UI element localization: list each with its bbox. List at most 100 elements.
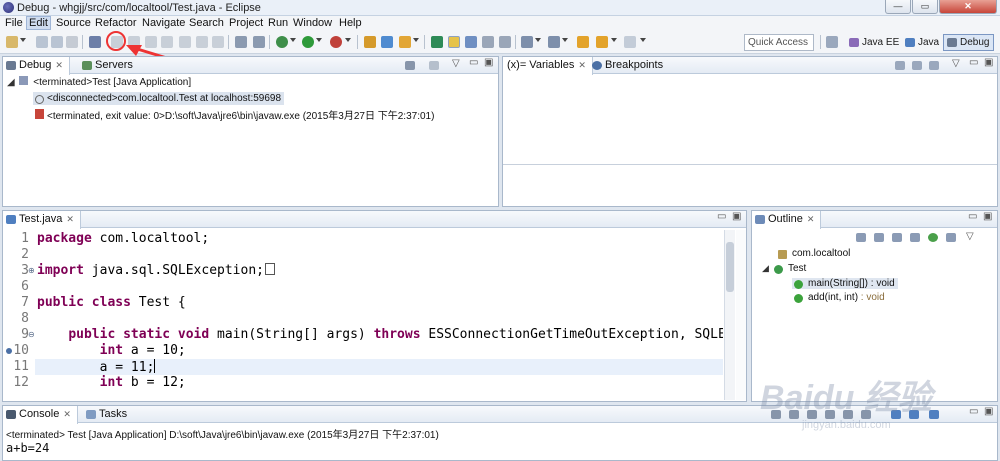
new-icon[interactable] [6,36,18,48]
remove-all-terminated-icon[interactable] [807,410,817,419]
perspective-java-ee[interactable]: Java EE [845,34,904,51]
menu-edit[interactable]: Edit [26,16,51,30]
next-annotation-dropdown-icon[interactable] [535,38,541,42]
drop-to-frame-icon[interactable] [235,36,247,48]
new-java-project-icon[interactable] [364,36,376,48]
print-icon[interactable] [66,36,78,48]
menu-file[interactable]: File [3,16,25,30]
collapse-all-icon[interactable] [912,61,922,70]
fold-toggle-icon[interactable]: ⊕ [28,266,35,275]
code-line[interactable] [37,279,723,295]
hide-local-types-icon[interactable] [946,233,956,242]
maximize-view-icon[interactable]: ▣ [984,406,993,417]
tab-console[interactable]: Console ✕ [3,406,78,424]
external-tools-icon[interactable] [330,36,342,48]
tree-row-launch[interactable]: ◢ <terminated>Test [Java Application] [7,76,191,88]
select-all-icon[interactable] [929,61,939,70]
tab-debug[interactable]: Debug ✕ [3,57,70,75]
open-perspective-icon[interactable] [826,36,838,48]
code-line[interactable] [37,247,723,263]
debug-icon[interactable] [276,36,288,48]
minimize-button[interactable]: — [885,0,911,14]
scrollbar-thumb[interactable] [726,242,734,292]
terminate-console-icon[interactable] [771,410,781,419]
close-tab-icon[interactable]: ✕ [807,214,815,224]
collapse-arrow-icon[interactable]: ◢ [762,263,769,274]
use-step-filters-icon[interactable] [253,36,265,48]
outline-item-class[interactable]: ◢ Test [762,263,806,274]
close-tab-icon[interactable]: ✕ [55,60,63,70]
code-line[interactable]: int a = 10; [37,343,723,359]
fold-toggle-icon[interactable]: ⊖ [28,330,35,339]
outline-item-add[interactable]: add(int, int) : void [792,292,885,303]
save-icon[interactable] [36,36,48,48]
tab-outline[interactable]: Outline ✕ [752,211,822,229]
display-selected-console-icon[interactable] [909,410,919,419]
close-button[interactable]: ✕ [939,0,997,14]
save-all-icon[interactable] [51,36,63,48]
hide-non-public-icon[interactable] [928,233,938,242]
outline-item-package[interactable]: com.localtool [776,248,850,259]
collapse-arrow-icon[interactable]: ◢ [7,77,15,88]
clear-console-icon[interactable] [861,410,871,419]
last-edit-location-icon[interactable] [577,36,589,48]
new-package-icon[interactable] [381,36,393,48]
debug-view-menu-icon[interactable] [429,61,439,70]
debug-dropdown-icon[interactable] [290,38,296,42]
folded-imports-marker[interactable] [264,263,275,275]
overview-ruler[interactable] [736,230,746,400]
pin-console-icon[interactable] [891,410,901,419]
menu-help[interactable]: Help [337,16,364,30]
code-line[interactable]: package com.localtool; [37,231,723,247]
run-icon[interactable] [302,36,314,48]
code-line[interactable]: public class Test { [37,295,723,311]
scroll-lock-icon[interactable] [825,410,835,419]
code-line[interactable] [37,311,723,327]
minimize-view-icon[interactable]: ▭ [969,406,978,417]
menu-search[interactable]: Search [187,16,226,30]
sort-icon[interactable] [874,233,884,242]
maximize-button[interactable]: ▭ [912,0,938,14]
toggle-mark-occurrences-icon[interactable] [448,36,460,48]
minimize-editor-icon[interactable]: ▭ [717,211,726,222]
close-tab-icon[interactable]: ✕ [63,409,71,419]
toggle-block-selection-icon[interactable] [465,36,477,48]
back-dropdown-icon[interactable] [611,38,617,42]
menu-source[interactable]: Source [54,16,93,30]
remove-launch-icon[interactable] [789,410,799,419]
tab-servers[interactable]: Servers [79,57,139,74]
back-icon[interactable] [596,36,608,48]
quick-access-input[interactable]: Quick Access [744,34,814,51]
maximize-view-icon[interactable]: ▣ [484,57,493,68]
view-menu-icon[interactable]: ▽ [452,58,460,69]
code-line[interactable]: a = 11; [37,359,723,375]
tab-breakpoints[interactable]: Breakpoints [589,57,669,74]
perspective-debug[interactable]: Debug [943,34,995,51]
perspective-java[interactable]: Java [901,34,944,51]
show-whitespace-icon[interactable] [482,36,494,48]
skip-breakpoints-icon[interactable] [89,36,101,48]
tab-tasks[interactable]: Tasks [83,406,133,423]
tree-row-process[interactable]: <terminated, exit value: 0>D:\soft\Java\… [33,107,434,122]
hide-static-icon[interactable] [910,233,920,242]
tab-test-java[interactable]: Test.java ✕ [3,211,81,229]
view-menu-icon[interactable]: ▽ [952,58,960,69]
show-type-names-icon[interactable] [895,61,905,70]
show-word-wrap-icon[interactable] [499,36,511,48]
menu-window[interactable]: Window [291,16,334,30]
maximize-view-icon[interactable]: ▣ [983,211,992,222]
menu-project[interactable]: Project [227,16,265,30]
collapse-all-icon[interactable] [856,233,866,242]
code-line[interactable]: import java.sql.SQLException; [37,263,723,279]
view-menu-icon[interactable]: ▽ [966,231,974,242]
open-type-icon[interactable] [431,36,443,48]
minimize-view-icon[interactable]: ▭ [469,57,478,68]
forward-icon[interactable] [624,36,636,48]
code-line[interactable]: int b = 12; [37,375,723,391]
outline-item-main[interactable]: main(String[]) : void [792,278,898,289]
show-console-on-output-icon[interactable] [843,410,853,419]
menu-run[interactable]: Run [266,16,290,30]
external-tools-dropdown-icon[interactable] [345,38,351,42]
previous-annotation-icon[interactable] [548,36,560,48]
new-class-dropdown-icon[interactable] [413,38,419,42]
